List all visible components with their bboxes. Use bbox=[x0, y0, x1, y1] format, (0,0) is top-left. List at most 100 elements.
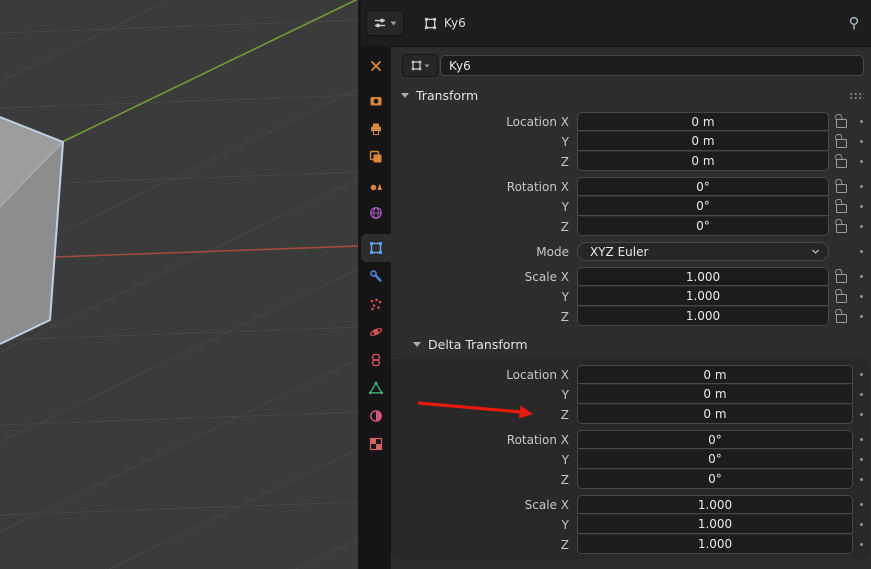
scale-y-field[interactable]: 1.000 bbox=[577, 287, 829, 306]
tab-view-layer[interactable] bbox=[361, 143, 391, 171]
lock-open-icon[interactable] bbox=[835, 158, 847, 168]
breadcrumb: Ky6 bbox=[424, 16, 466, 30]
field-value: 0° bbox=[708, 452, 722, 466]
delta-rotation-y-row: Y 0° bbox=[391, 450, 869, 469]
decorator-dot[interactable] bbox=[859, 373, 863, 376]
decorator-dot[interactable] bbox=[859, 393, 863, 396]
tab-scene[interactable] bbox=[361, 171, 391, 199]
rotation-z-field[interactable]: 0° bbox=[577, 217, 829, 236]
decorator-dot[interactable] bbox=[859, 543, 863, 546]
lock-open-icon[interactable] bbox=[835, 313, 847, 323]
tab-world[interactable] bbox=[361, 199, 391, 227]
decorator-dot[interactable] bbox=[859, 315, 863, 318]
decorator-dot[interactable] bbox=[859, 478, 863, 481]
tab-material[interactable] bbox=[361, 402, 391, 430]
decorator-dot[interactable] bbox=[859, 160, 863, 163]
lock-open-icon[interactable] bbox=[835, 183, 847, 193]
location-x-field[interactable]: 0 m bbox=[577, 112, 829, 131]
decorator-dot[interactable] bbox=[859, 458, 863, 461]
3d-viewport[interactable] bbox=[0, 0, 361, 569]
delta-rotation-x-field[interactable]: 0° bbox=[577, 430, 853, 449]
scale-z-field[interactable]: 1.000 bbox=[577, 307, 829, 326]
field-value: 0 m bbox=[703, 387, 727, 401]
lock-open-icon[interactable] bbox=[835, 273, 847, 283]
transform-panel-body: Location X 0 m Y 0 m Z 0 m Rotation X 0°… bbox=[391, 108, 869, 326]
delta-location-z-row: Z 0 m bbox=[391, 405, 869, 424]
delta-scale-y-field[interactable]: 1.000 bbox=[577, 515, 853, 534]
tab-output[interactable] bbox=[361, 115, 391, 143]
tab-constraints[interactable] bbox=[361, 346, 391, 374]
delta-location-x-field[interactable]: 0 m bbox=[577, 365, 853, 384]
decorator-dot[interactable] bbox=[859, 120, 863, 123]
delta-location-z-field[interactable]: 0 m bbox=[577, 405, 853, 424]
panel-title: Transform bbox=[416, 88, 479, 103]
panel-drag-handle[interactable] bbox=[849, 91, 864, 100]
decorator-dot[interactable] bbox=[859, 438, 863, 441]
lock-open-icon[interactable] bbox=[835, 203, 847, 213]
decorator-dot[interactable] bbox=[859, 523, 863, 526]
field-value: 0 m bbox=[691, 154, 715, 168]
decorator-dot[interactable] bbox=[859, 413, 863, 416]
transform-panel-header[interactable]: Transform bbox=[391, 83, 869, 108]
tab-object-data[interactable] bbox=[361, 374, 391, 402]
delta-location-y-field[interactable]: 0 m bbox=[577, 385, 853, 404]
view-layer-icon bbox=[369, 150, 382, 163]
field-label: Y bbox=[561, 134, 569, 149]
field-label: Z bbox=[560, 219, 569, 234]
delta-rotation-z-field[interactable]: 0° bbox=[577, 470, 853, 489]
location-y-field[interactable]: 0 m bbox=[577, 132, 829, 151]
decorator-dot[interactable] bbox=[859, 140, 863, 143]
rotation-x-field[interactable]: 0° bbox=[577, 177, 829, 196]
constraints-icon bbox=[371, 353, 381, 367]
lock-open-icon[interactable] bbox=[835, 138, 847, 148]
editor-type-button[interactable] bbox=[366, 10, 404, 36]
delta-scale-z-field[interactable]: 1.000 bbox=[577, 535, 853, 554]
field-label: Z bbox=[560, 154, 569, 169]
properties-tab-strip bbox=[361, 47, 391, 569]
decorator-dot[interactable] bbox=[859, 295, 863, 298]
tab-object[interactable] bbox=[361, 234, 391, 262]
delta-scale-z-row: Z 1.000 bbox=[391, 535, 869, 554]
decorator-dot[interactable] bbox=[859, 185, 863, 188]
field-value: 0 m bbox=[703, 407, 727, 421]
decorator-dot[interactable] bbox=[859, 225, 863, 228]
lock-open-icon[interactable] bbox=[835, 293, 847, 303]
render-icon bbox=[370, 97, 382, 106]
field-value: 0° bbox=[696, 199, 710, 213]
tab-tool[interactable] bbox=[361, 52, 391, 80]
tab-physics[interactable] bbox=[361, 318, 391, 346]
cube-object[interactable] bbox=[0, 116, 65, 345]
tab-texture[interactable] bbox=[361, 430, 391, 458]
object-name-input[interactable] bbox=[440, 55, 864, 76]
pin-icon[interactable] bbox=[847, 16, 861, 31]
lock-open-icon[interactable] bbox=[835, 118, 847, 128]
relations-panel-header[interactable]: Relations bbox=[391, 565, 869, 569]
tab-render[interactable] bbox=[361, 87, 391, 115]
field-value: 0 m bbox=[703, 367, 727, 382]
location-z-field[interactable]: 0 m bbox=[577, 152, 829, 171]
field-value: 0° bbox=[696, 219, 710, 233]
delta-scale-x-field[interactable]: 1.000 bbox=[577, 495, 853, 514]
properties-main-panel: Transform Location X 0 m Y 0 m bbox=[391, 47, 871, 569]
field-value: 0 m bbox=[691, 114, 715, 129]
physics-icon bbox=[369, 328, 383, 336]
decorator-dot[interactable] bbox=[859, 275, 863, 278]
tab-particles[interactable] bbox=[361, 290, 391, 318]
lock-open-icon[interactable] bbox=[835, 223, 847, 233]
delta-rotation-y-field[interactable]: 0° bbox=[577, 450, 853, 469]
rotation-y-field[interactable]: 0° bbox=[577, 197, 829, 216]
rotation-mode-dropdown[interactable]: XYZ Euler bbox=[577, 242, 829, 261]
blender-window: Ky6 Ky6 Transform Location X 0 m Y 0 m Z… bbox=[0, 0, 871, 569]
field-label: Y bbox=[561, 387, 569, 402]
object-breadcrumb-icon bbox=[424, 17, 437, 29]
decorator-dot[interactable] bbox=[859, 250, 863, 253]
delta-transform-panel-header[interactable]: Delta Transform bbox=[391, 332, 869, 357]
field-label: Location X bbox=[506, 114, 569, 129]
browse-object-button[interactable] bbox=[402, 54, 438, 77]
chevron-down-icon bbox=[390, 21, 397, 25]
decorator-dot[interactable] bbox=[859, 503, 863, 506]
decorator-dot[interactable] bbox=[859, 205, 863, 208]
tab-modifiers[interactable] bbox=[361, 262, 391, 290]
scale-x-field[interactable]: 1.000 bbox=[577, 267, 829, 286]
chevron-down-icon bbox=[812, 249, 819, 254]
